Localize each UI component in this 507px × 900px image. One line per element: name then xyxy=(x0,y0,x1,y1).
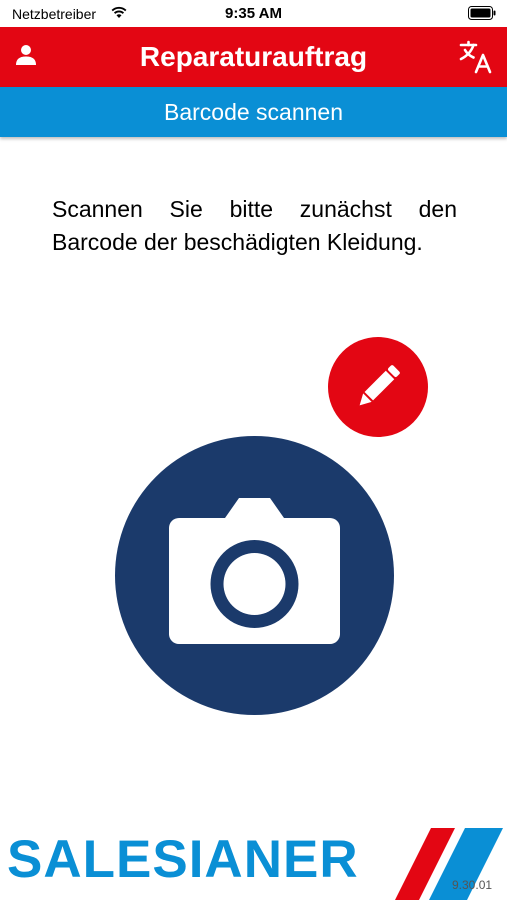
app-header: Reparaturauftrag xyxy=(0,27,507,87)
translate-icon[interactable] xyxy=(458,39,494,75)
battery-icon xyxy=(468,6,496,20)
status-time: 9:35 AM xyxy=(225,5,282,22)
page-title: Reparaturauftrag xyxy=(139,41,368,72)
pencil-icon xyxy=(359,365,400,406)
scan-barcode-button[interactable] xyxy=(115,436,394,715)
brand-wordmark: SALESIANER xyxy=(7,830,359,889)
instruction-text: Scannen Sie bitte zunächst den Barcode d… xyxy=(52,196,457,255)
version-label: 9.30.01 xyxy=(452,878,493,892)
brand-logo: SALESIANER xyxy=(0,820,507,900)
section-title: Barcode scannen xyxy=(163,99,343,125)
status-bar: Netzbetreiber 9:35 AM xyxy=(0,0,507,27)
manual-entry-button[interactable] xyxy=(328,337,428,437)
camera-icon xyxy=(169,498,340,644)
subheader: Barcode scannen xyxy=(0,87,507,137)
